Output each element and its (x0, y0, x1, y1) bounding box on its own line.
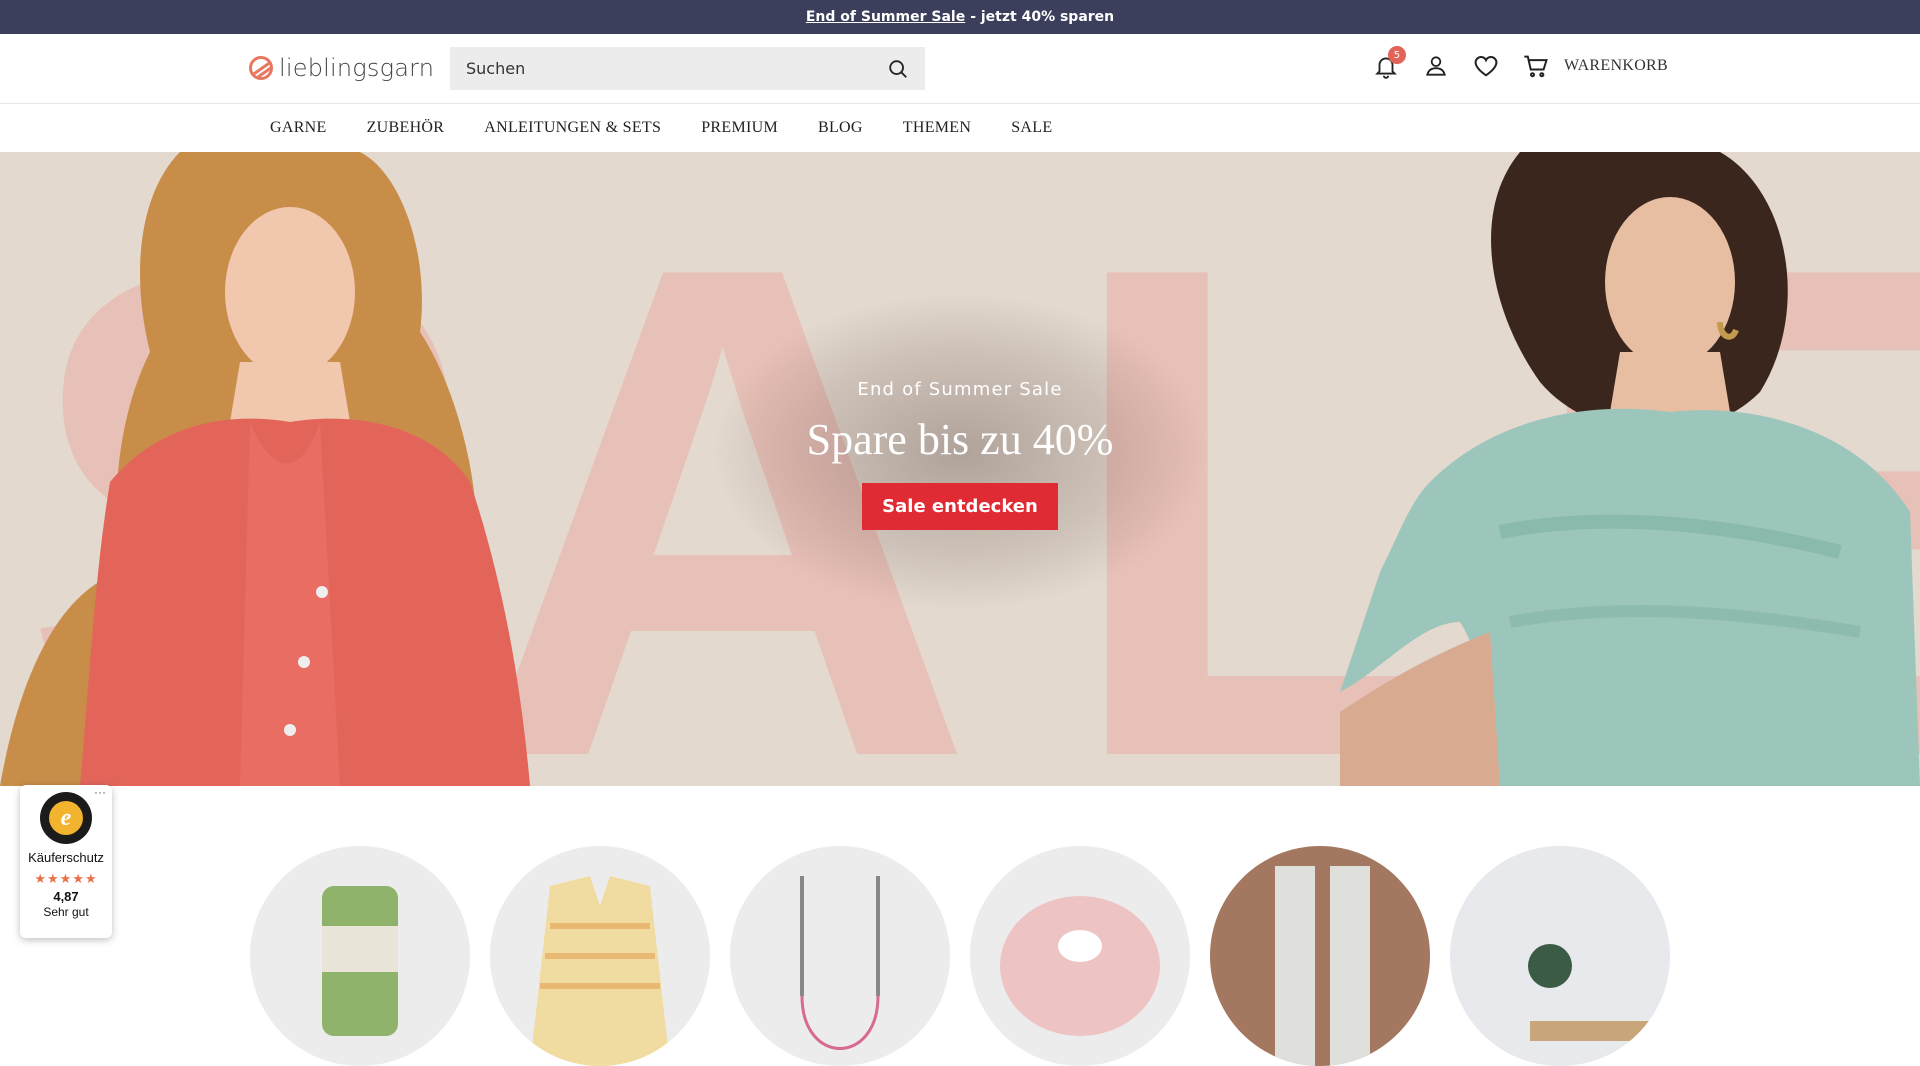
hero-title: Spare bis zu 40% (806, 414, 1114, 464)
nav-item-sale[interactable]: SALE (991, 119, 1072, 137)
logo-text: lieblingsgarn (279, 54, 435, 82)
nav-item-zubehoer[interactable]: ZUBEHÖR (347, 119, 465, 137)
socks-icon (1210, 846, 1430, 1066)
cardigan-icon (530, 876, 670, 1066)
trusted-shops-seal-icon: e (40, 792, 92, 844)
nav-item-garne[interactable]: GARNE (250, 119, 347, 137)
main-navigation: GARNE ZUBEHÖR ANLEITUNGEN & SETS PREMIUM… (0, 104, 1920, 152)
sale-cta-button[interactable]: Sale entdecken (862, 482, 1058, 530)
announcement-bar: End of Summer Sale - jetzt 40% sparen (0, 0, 1920, 34)
announcement-link[interactable]: End of Summer Sale (806, 9, 965, 25)
category-winder[interactable] (1450, 846, 1670, 1066)
cart-icon (1524, 55, 1548, 78)
more-options-icon[interactable]: ··· (94, 785, 106, 799)
notifications-button[interactable]: 5 (1372, 46, 1406, 80)
hero-eyebrow: End of Summer Sale (857, 378, 1063, 400)
nav-item-blog[interactable]: BLOG (798, 119, 883, 137)
yarn-ball-icon (322, 886, 398, 1036)
category-yarn[interactable] (250, 846, 470, 1066)
search-input[interactable] (466, 59, 887, 78)
category-socks[interactable] (1210, 846, 1430, 1066)
site-header: lieblingsgarn 5 (0, 34, 1920, 104)
hero-content: End of Summer Sale Spare bis zu 40% Sale… (0, 152, 1920, 786)
rating-stars-icon: ★★★★★ (34, 871, 98, 886)
hero-banner: S A L E End of Summer Sale Spare bis zu … (0, 152, 1920, 786)
logo[interactable]: lieblingsgarn (249, 54, 434, 82)
yarn-logo-icon (249, 56, 273, 80)
buyer-protection-label: Käuferschutz (28, 850, 104, 865)
category-circles (250, 846, 1690, 1066)
header-actions: 5 WARENKORB (1350, 46, 1668, 80)
category-cardigan[interactable] (490, 846, 710, 1066)
nav-item-premium[interactable]: PREMIUM (681, 119, 798, 137)
heart-icon (1474, 56, 1498, 77)
category-macrame[interactable] (970, 846, 1190, 1066)
rating-score: 4,87 (53, 889, 79, 904)
announcement-text: - jetzt 40% sparen (970, 9, 1115, 25)
cart-label: WARENKORB (1563, 57, 1668, 74)
circular-needles-icon (800, 876, 880, 1050)
wishlist-button[interactable] (1472, 52, 1500, 80)
nav-item-anleitungen[interactable]: ANLEITUNGEN & SETS (464, 119, 681, 137)
nav-item-themen[interactable]: THEMEN (883, 119, 991, 137)
trusted-shops-badge[interactable]: ··· e Käuferschutz ★★★★★ 4,87 Sehr gut (20, 785, 112, 938)
user-icon (1426, 56, 1446, 76)
notifications-badge: 5 (1387, 46, 1406, 64)
cart-button[interactable]: WARENKORB (1522, 52, 1668, 80)
yarn-winder-icon (1450, 846, 1670, 1066)
rating-text: Sehr gut (43, 905, 89, 919)
search-icon[interactable] (887, 58, 909, 80)
macrame-cord-icon (1000, 896, 1160, 1036)
account-button[interactable] (1422, 52, 1450, 80)
category-needles[interactable] (730, 846, 950, 1066)
search-bar (450, 47, 925, 90)
